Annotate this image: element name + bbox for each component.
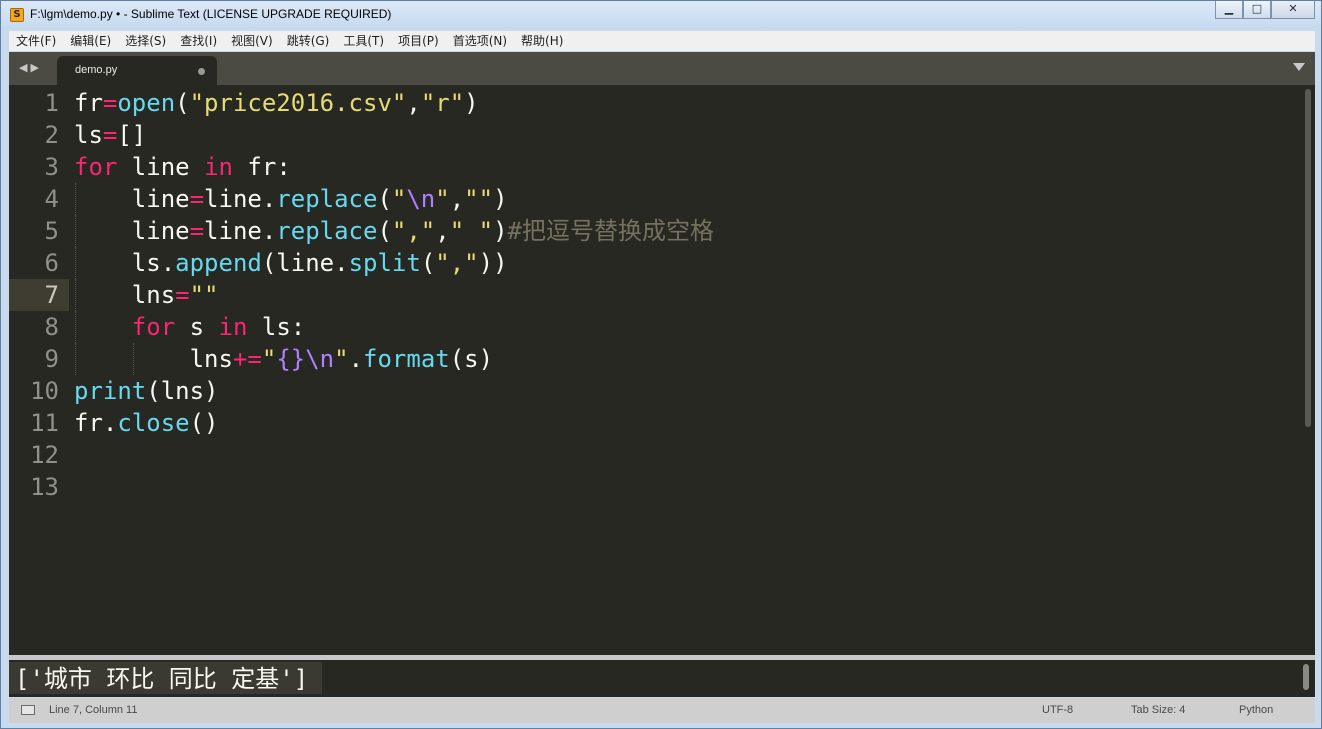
menu-edit[interactable]: 编辑(E) <box>63 31 118 51</box>
code-line-1: fr=open("price2016.csv","r") <box>74 89 479 117</box>
line-number: 3 <box>44 153 59 181</box>
code-area[interactable]: fr=open("price2016.csv","r") ls=[] for l… <box>74 87 1294 503</box>
menu-view[interactable]: 视图(V) <box>224 31 280 51</box>
tab-demo-py[interactable]: demo.py <box>57 56 217 85</box>
cursor-position: Line 7, Column 11 <box>49 704 138 716</box>
menu-selection[interactable]: 选择(S) <box>118 31 173 51</box>
line-number: 4 <box>44 185 59 213</box>
panel-toggle-icon[interactable] <box>21 705 35 715</box>
tab-size-indicator[interactable]: Tab Size: 4 <box>1131 704 1185 716</box>
output-scrollbar[interactable] <box>1303 664 1309 690</box>
minimize-button[interactable]: ▁ <box>1215 1 1243 19</box>
line-number: 1 <box>44 89 59 117</box>
line-number: 8 <box>44 313 59 341</box>
code-line-7-active: lns="" <box>74 279 219 311</box>
line-number: 9 <box>44 345 59 373</box>
code-line-6: ls.append(line.split(",")) <box>74 247 508 279</box>
code-line-8: for s in ls: <box>74 311 1294 343</box>
line-number: 6 <box>44 249 59 277</box>
code-editor[interactable]: 1 2 3 4 5 6 7 8 9 10 11 12 13 fr=open("p… <box>9 85 1315 655</box>
title-bar[interactable]: S F:\lgm\demo.py • - Sublime Text (LICEN… <box>1 1 1321 29</box>
line-number: 11 <box>30 409 59 437</box>
app-window: S F:\lgm\demo.py • - Sublime Text (LICEN… <box>0 0 1322 729</box>
line-gutter: 1 2 3 4 5 6 7 8 9 10 11 12 13 <box>9 87 69 503</box>
editor-scrollbar[interactable] <box>1305 89 1311 427</box>
unsaved-dot-icon[interactable] <box>198 68 205 75</box>
window-title: F:\lgm\demo.py • - Sublime Text (LICENSE… <box>30 7 392 21</box>
code-line-2: ls=[] <box>74 121 147 149</box>
menu-bar: 文件(F) 编辑(E) 选择(S) 查找(I) 视图(V) 跳转(G) 工具(T… <box>9 31 1315 51</box>
menu-preferences[interactable]: 首选项(N) <box>446 31 514 51</box>
code-line-4: line=line.replace("\n","") <box>74 183 508 215</box>
line-number: 12 <box>30 441 59 469</box>
code-line-3: for line in fr: <box>74 153 291 181</box>
maximize-button[interactable]: □ <box>1243 1 1271 19</box>
close-button[interactable]: ✕ <box>1271 1 1315 19</box>
output-panel[interactable]: ['城市 环比 同比 定基'] <box>9 660 1315 697</box>
menu-file[interactable]: 文件(F) <box>9 31 63 51</box>
menu-project[interactable]: 项目(P) <box>391 31 446 51</box>
code-line-10: print(lns) <box>74 377 219 405</box>
chevron-down-icon[interactable] <box>1293 63 1305 71</box>
tab-label: demo.py <box>75 64 118 76</box>
tab-bar: ◀▶ demo.py <box>9 52 1315 85</box>
menu-goto[interactable]: 跳转(G) <box>280 31 337 51</box>
line-number-active: 7 <box>9 279 69 311</box>
line-number: 5 <box>44 217 59 245</box>
status-bar: Line 7, Column 11 UTF-8 Tab Size: 4 Pyth… <box>9 698 1315 723</box>
line-number: 13 <box>30 473 59 501</box>
window-controls: ▁ □ ✕ <box>1215 1 1315 21</box>
menu-tools[interactable]: 工具(T) <box>336 31 391 51</box>
syntax-indicator[interactable]: Python <box>1239 704 1273 716</box>
menu-find[interactable]: 查找(I) <box>173 31 224 51</box>
tab-nav-arrows-icon[interactable]: ◀▶ <box>19 61 42 74</box>
line-number: 10 <box>30 377 59 405</box>
sublime-logo-icon: S <box>10 8 24 22</box>
code-line-5: line=line.replace(","," ")#把逗号替换成空格 <box>74 215 714 247</box>
output-text: ['城市 环比 同比 定基'] <box>9 662 323 694</box>
line-number: 2 <box>44 121 59 149</box>
code-line-11: fr.close() <box>74 409 219 437</box>
code-line-9: lns+="{}\n".format(s) <box>74 343 494 375</box>
encoding-indicator[interactable]: UTF-8 <box>1042 704 1073 716</box>
menu-help[interactable]: 帮助(H) <box>514 31 570 51</box>
